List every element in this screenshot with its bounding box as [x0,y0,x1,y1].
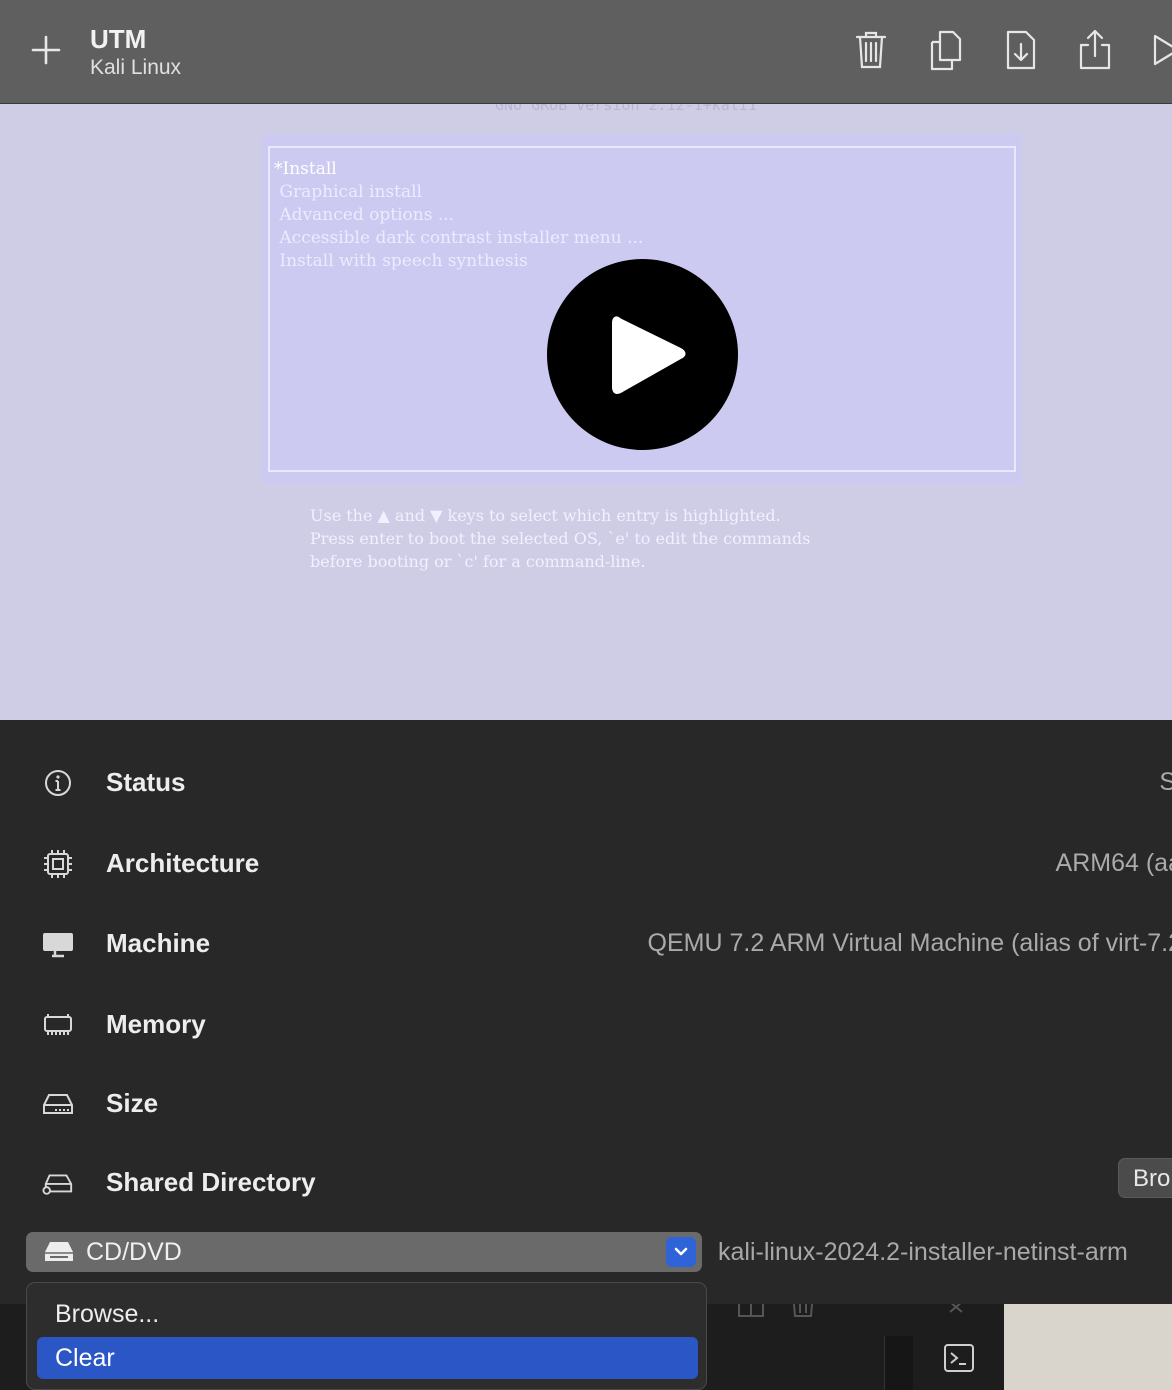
drive-icon [44,1241,74,1263]
trash-icon[interactable] [853,28,889,72]
shared-directory-label: Shared Directory [106,1167,316,1197]
browse-button[interactable]: Bro [1118,1158,1172,1198]
architecture-row: Architecture ARM64 (aa [0,833,1172,893]
size-row: Size [0,1073,1172,1133]
vm-name: Kali Linux [90,56,182,79]
size-label: Size [106,1088,159,1118]
machine-row: Machine QEMU 7.2 ARM Virtual Machine (al… [0,913,1172,973]
vm-display[interactable]: GNU GRUB version 2.12-1+kali1 *Install G… [0,104,1172,720]
help-line: Press enter to boot the selected OS, `e'… [310,529,811,548]
sidebar-cell [884,1336,913,1390]
run-icon[interactable] [1150,28,1172,72]
cd-image-path: kali-linux-2024.2-installer-netinst-arm [718,1238,1128,1266]
vm-details: Status S Architecture ARM64 (aa Machine … [0,720,1172,1304]
boot-entry[interactable]: Accessible dark contrast installer menu … [274,227,643,250]
help-line: Use the ▲ and ▼ keys to select which ent… [310,506,781,525]
architecture-label: Architecture [106,848,260,878]
display-icon [42,929,74,959]
play-icon [612,316,686,394]
download-icon[interactable] [1003,28,1039,72]
cd-dvd-label: CD/DVD [86,1238,182,1266]
close-icon [946,1301,972,1318]
toolbar: UTM Kali Linux [0,0,1172,104]
status-row: Status S [0,752,1172,812]
shared-drive-icon [42,1168,74,1198]
app-title: UTM [90,24,147,54]
split-view-icon [738,1304,764,1318]
memory-icon [42,1010,74,1040]
trash-icon [790,1303,816,1318]
cd-dvd-popup-button[interactable]: CD/DVD [26,1232,702,1272]
cd-dvd-menu: Browse... Clear [26,1282,707,1390]
cpu-icon [42,849,74,879]
terminal-icon[interactable] [944,1344,974,1374]
help-line: before booting or `c' for a command-line… [310,552,646,571]
boot-entry[interactable]: *Install [274,158,643,181]
chevron-down-icon [666,1237,696,1267]
boot-entry[interactable]: Advanced options ... [274,204,643,227]
boot-menu-entries: *Install Graphical install Advanced opti… [274,158,643,273]
shared-directory-row: Shared Directory Bro [0,1152,1172,1212]
boot-entry[interactable]: Graphical install [274,181,643,204]
play-button[interactable] [547,259,738,450]
boot-header-fragment: GNU GRUB version 2.12-1+kali1 [495,104,757,114]
boot-help-text: Use the ▲ and ▼ keys to select which ent… [310,504,810,573]
menu-item-clear[interactable]: Clear [37,1337,698,1379]
map-thumbnail [1004,1304,1172,1390]
status-value: S [1159,768,1172,796]
memory-row: Memory [0,994,1172,1054]
share-icon[interactable] [1077,28,1113,72]
status-label: Status [106,767,186,797]
clone-icon[interactable] [928,28,964,72]
machine-value: QEMU 7.2 ARM Virtual Machine (alias of v… [647,929,1172,957]
memory-label: Memory [106,1009,206,1039]
drive-icon [42,1089,74,1119]
info-icon [42,768,74,798]
plus-icon[interactable] [30,34,62,66]
menu-item-browse[interactable]: Browse... [37,1293,698,1335]
architecture-value: ARM64 (aa [1055,849,1172,877]
machine-label: Machine [106,928,211,958]
